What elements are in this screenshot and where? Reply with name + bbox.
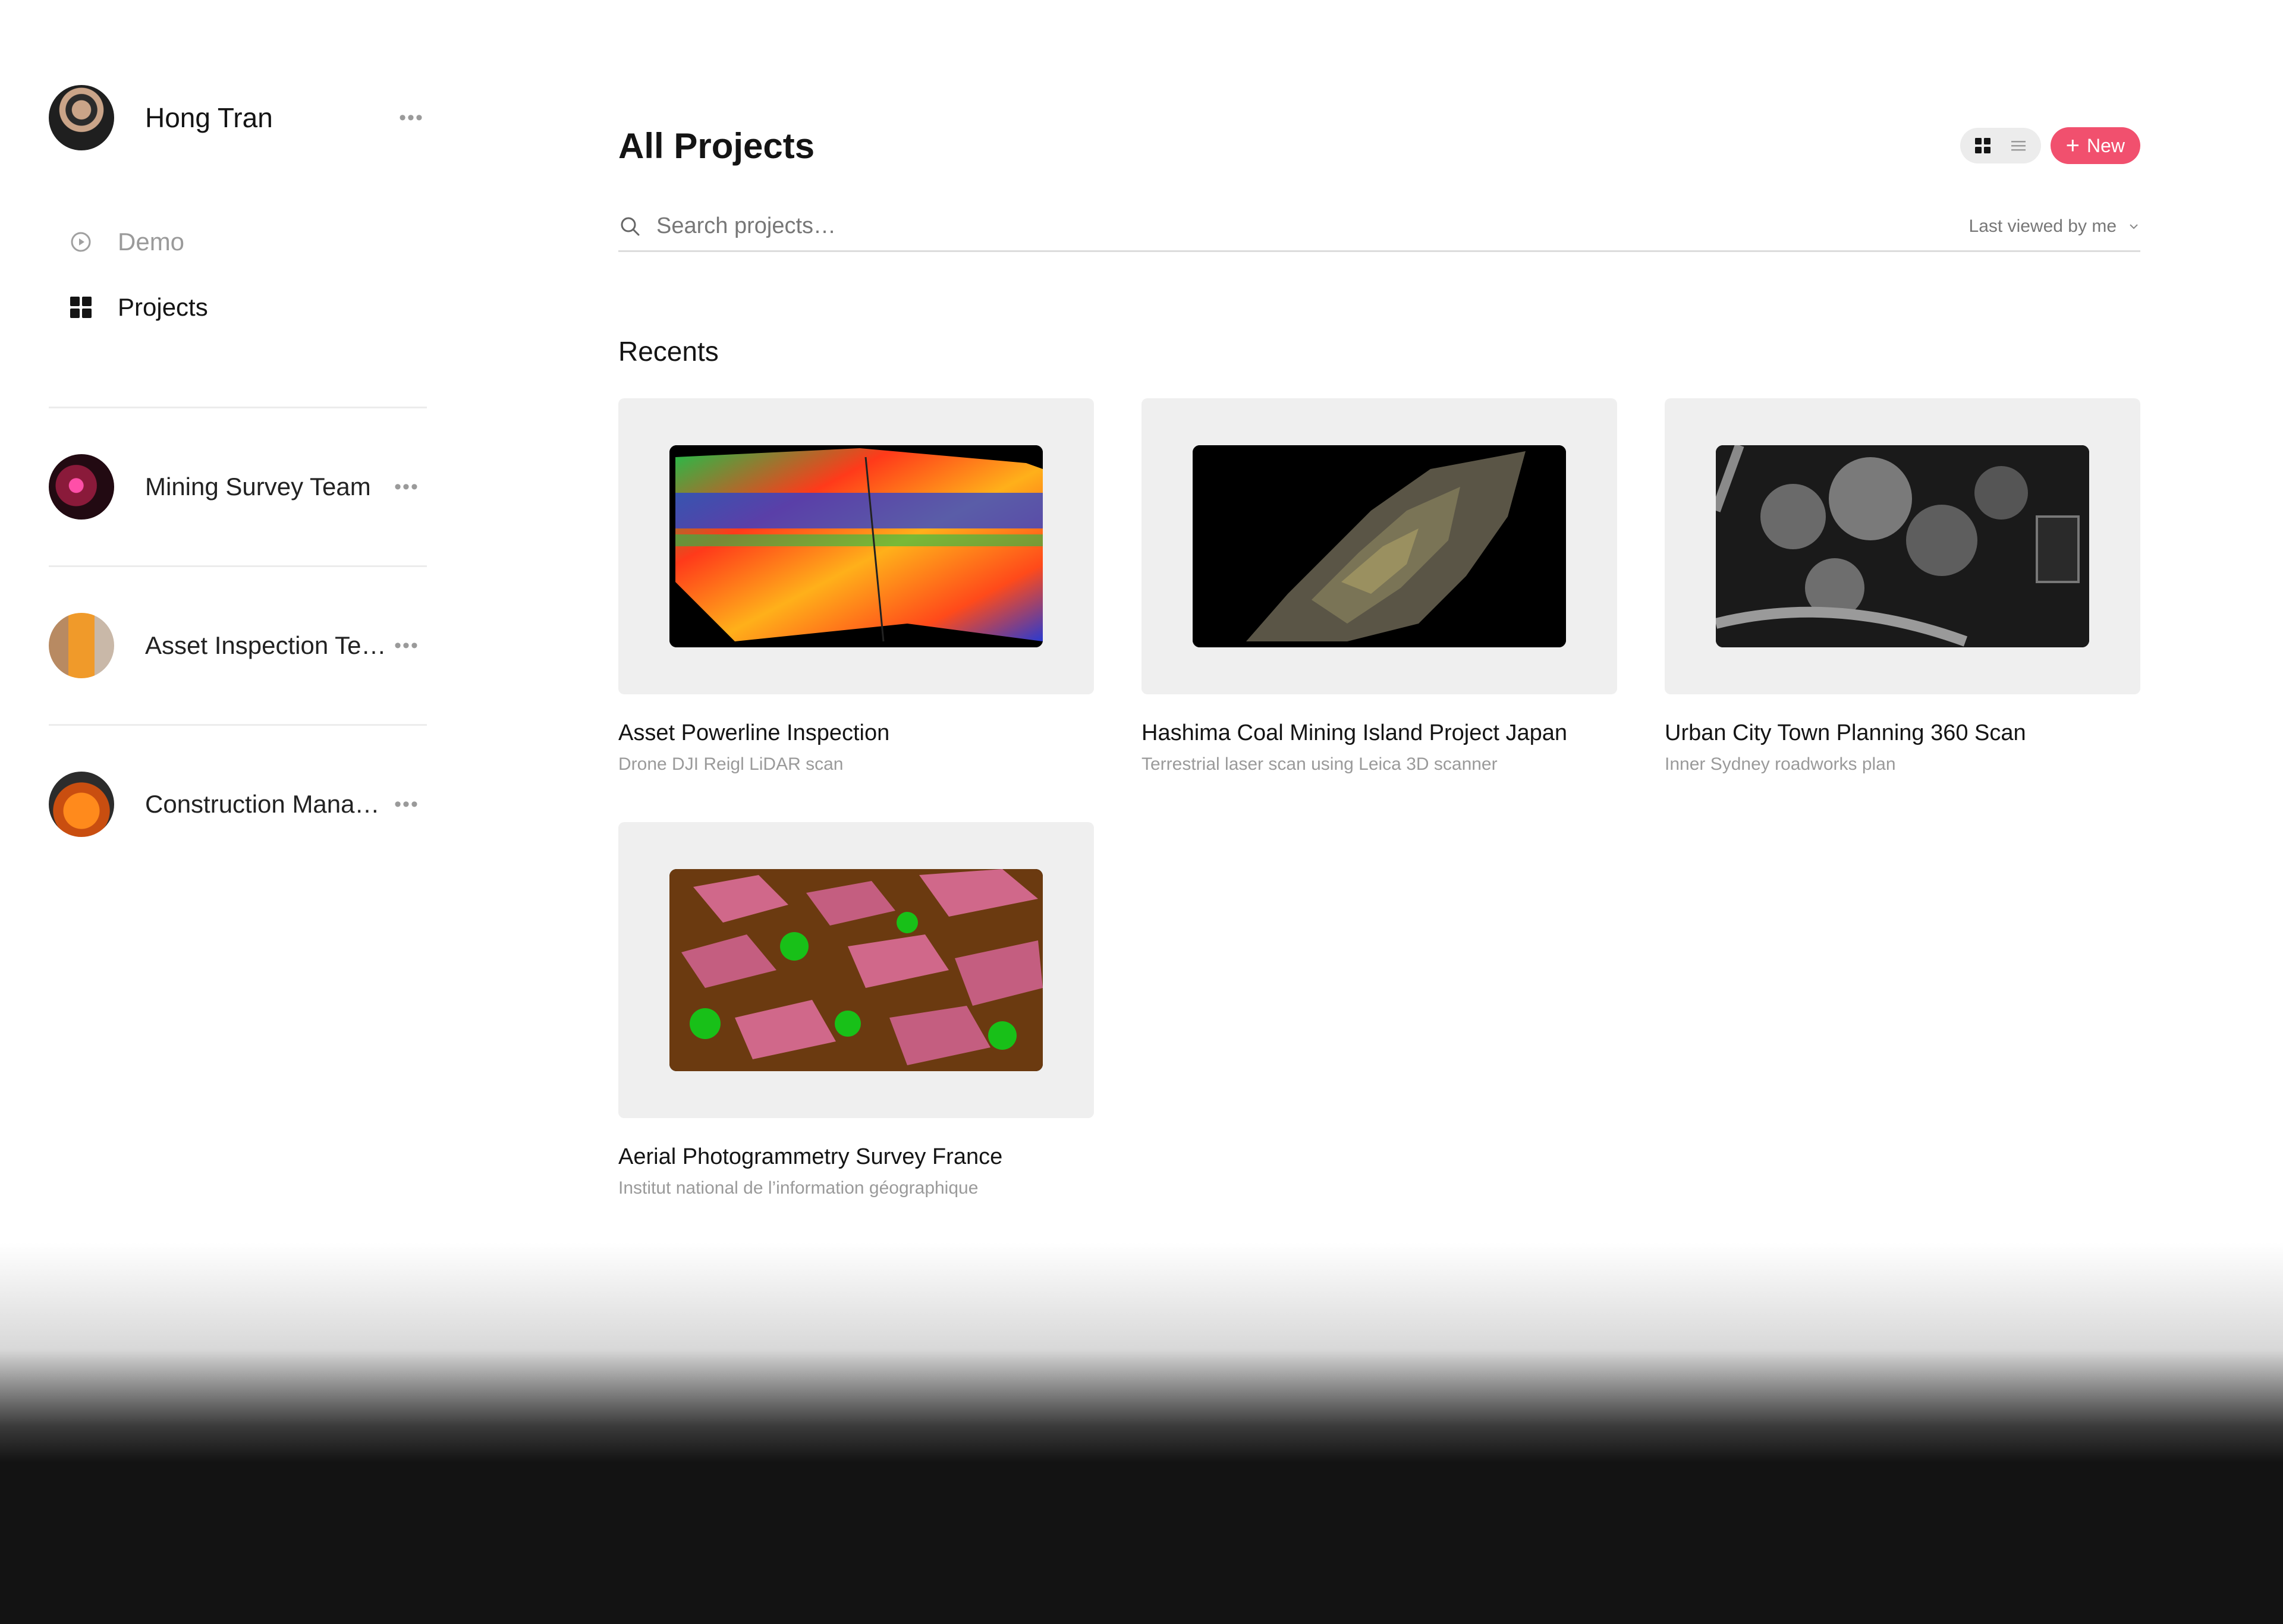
project-thumbnail[interactable]: [1142, 398, 1617, 694]
project-subtitle: Inner Sydney roadworks plan: [1665, 754, 1896, 774]
project-subtitle: Institut national de l’information géogr…: [618, 1178, 979, 1198]
search-input[interactable]: [656, 213, 1969, 239]
main-content: All Projects + New Search projects… Last…: [618, 113, 2140, 1198]
team-item-asset[interactable]: Asset Inspection Team •••: [49, 567, 429, 724]
sidebar-item-label: Projects: [118, 293, 208, 321]
project-thumbnail[interactable]: [618, 822, 1094, 1118]
page-title: All Projects: [618, 125, 815, 166]
project-card[interactable]: Asset Powerline Inspection Drone DJI Rei…: [618, 398, 1094, 775]
chevron-down-icon: [2130, 224, 2138, 229]
project-subtitle: Drone DJI Reigl LiDAR scan: [618, 754, 844, 774]
list-view-button[interactable]: [2002, 131, 2035, 160]
play-circle-icon: [71, 232, 91, 252]
new-button-label: New: [2086, 134, 2125, 156]
sort-dropdown[interactable]: Last viewed by me: [1969, 216, 2140, 237]
sidebar-item-demo[interactable]: Demo: [49, 209, 429, 275]
user-name: Hong Tran: [145, 102, 273, 133]
sidebar: Hong Tran ••• Demo Projects Mining Surve…: [49, 83, 429, 883]
header-actions: + New: [1960, 127, 2140, 164]
team-avatar: [49, 454, 114, 520]
grid-view-icon: [1974, 138, 1990, 153]
user-more-icon[interactable]: •••: [394, 108, 429, 128]
view-toggle: [1960, 128, 2041, 163]
team-avatar: [49, 613, 114, 678]
user-avatar: [49, 85, 114, 150]
project-title: Asset Powerline Inspection: [618, 720, 890, 745]
project-thumbnail[interactable]: [618, 398, 1094, 694]
project-title: Hashima Coal Mining Island Project Japan: [1142, 720, 1568, 745]
island-scan-image: [1193, 445, 1566, 647]
project-subtitle: Terrestrial laser scan using Leica 3D sc…: [1142, 754, 1498, 774]
project-card[interactable]: Urban City Town Planning 360 Scan Inner …: [1665, 398, 2140, 775]
section-title-recents: Recents: [618, 336, 719, 367]
search-icon: [621, 217, 640, 235]
sort-label: Last viewed by me: [1968, 216, 2117, 236]
team-item-mining[interactable]: Mining Survey Team •••: [49, 408, 429, 565]
search-bar: Last viewed by me: [618, 202, 2140, 252]
grid-view-button[interactable]: [1966, 131, 1999, 160]
urban-scan-image: [1716, 445, 2089, 647]
project-card[interactable]: Aerial Photogrammetry Survey France Inst…: [618, 822, 1094, 1198]
sidebar-item-label: Demo: [118, 228, 185, 256]
team-more-icon[interactable]: •••: [389, 794, 424, 814]
project-grid: Asset Powerline Inspection Drone DJI Rei…: [618, 398, 2140, 1198]
grid-icon: [70, 297, 92, 318]
team-name: Asset Inspection Team: [145, 631, 389, 659]
project-card[interactable]: Hashima Coal Mining Island Project Japan…: [1142, 398, 1617, 775]
team-item-construction[interactable]: Construction Management •••: [49, 726, 429, 883]
page-header: All Projects + New: [618, 113, 2140, 178]
plus-icon: +: [2065, 133, 2080, 159]
sidebar-nav: Demo Projects: [49, 209, 429, 340]
new-project-button[interactable]: + New: [2050, 127, 2140, 164]
photogrammetry-scan-image: [669, 869, 1043, 1071]
powerline-scan-image: [669, 445, 1043, 647]
project-title: Aerial Photogrammetry Survey France: [618, 1144, 1003, 1169]
team-more-icon[interactable]: •••: [389, 635, 424, 656]
list-view-icon: [2011, 141, 2026, 151]
project-title: Urban City Town Planning 360 Scan: [1665, 720, 2026, 745]
team-avatar: [49, 772, 114, 837]
team-name: Mining Survey Team: [145, 473, 371, 501]
team-more-icon[interactable]: •••: [389, 477, 424, 497]
user-profile[interactable]: Hong Tran •••: [49, 83, 429, 152]
project-thumbnail[interactable]: [1665, 398, 2140, 694]
team-name: Construction Management: [145, 790, 389, 818]
sidebar-item-projects[interactable]: Projects: [49, 275, 429, 340]
